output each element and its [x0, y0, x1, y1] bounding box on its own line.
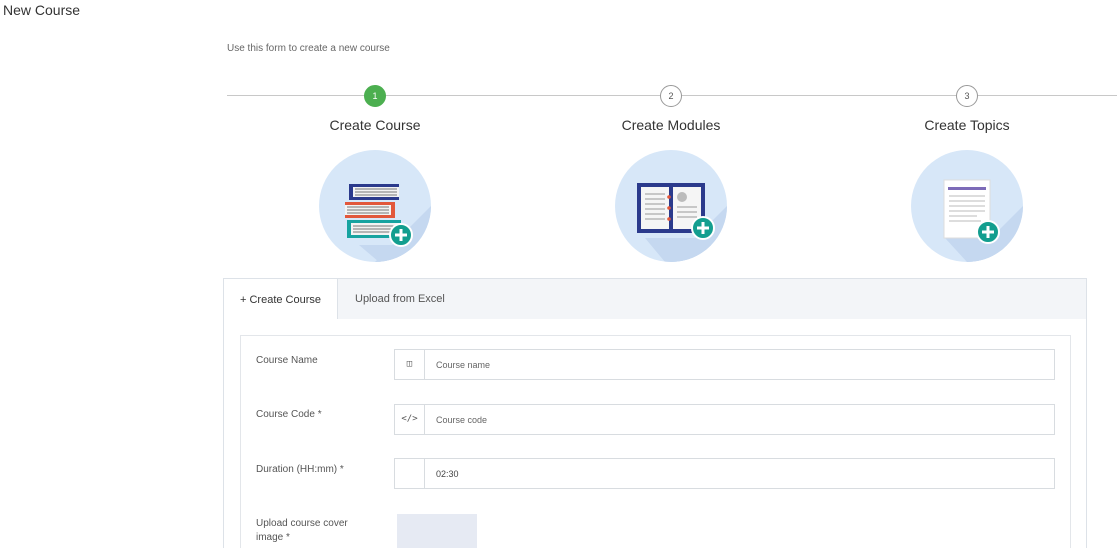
- step-create-course[interactable]: 1 Create Course: [255, 85, 495, 262]
- open-book-plus-icon: [615, 150, 727, 262]
- document-plus-icon: [911, 150, 1023, 262]
- code-icon: </>: [395, 405, 425, 434]
- duration-input[interactable]: [425, 459, 1054, 488]
- step-number-1: 1: [364, 85, 386, 107]
- course-code-label: Course Code *: [256, 409, 322, 420]
- book-icon: ◫: [395, 350, 425, 379]
- step-label-create-course: Create Course: [329, 117, 421, 133]
- step-number-2: 2: [660, 85, 682, 107]
- cover-image-upload[interactable]: [397, 514, 477, 548]
- course-form: Course Name ◫ Course Code * </> Duration…: [240, 335, 1071, 548]
- tab-content: Course Name ◫ Course Code * </> Duration…: [223, 319, 1087, 548]
- tab-upload-from-excel[interactable]: Upload from Excel: [339, 278, 461, 320]
- course-name-input[interactable]: [425, 350, 1054, 379]
- tabs-bar: + Create Course Upload from Excel: [223, 278, 1087, 320]
- course-name-input-group: ◫: [394, 349, 1055, 380]
- step-label-create-modules: Create Modules: [621, 117, 721, 133]
- tab-create-course[interactable]: + Create Course: [223, 278, 339, 320]
- clock-icon: [395, 459, 425, 488]
- step-label-create-topics: Create Topics: [924, 117, 1010, 133]
- page-subtitle: Use this form to create a new course: [227, 43, 390, 54]
- books-plus-icon: [319, 150, 431, 262]
- step-number-3: 3: [956, 85, 978, 107]
- course-code-input[interactable]: [425, 405, 1054, 434]
- step-create-modules[interactable]: 2 Create Modules: [551, 85, 791, 262]
- course-name-label: Course Name: [256, 355, 318, 366]
- step-create-topics[interactable]: 3 Create Topics: [847, 85, 1087, 262]
- duration-input-group: [394, 458, 1055, 489]
- course-code-input-group: </>: [394, 404, 1055, 435]
- cover-image-label: Upload course cover image *: [256, 518, 348, 543]
- page-title: New Course: [3, 2, 81, 18]
- duration-label: Duration (HH:mm) *: [256, 464, 344, 475]
